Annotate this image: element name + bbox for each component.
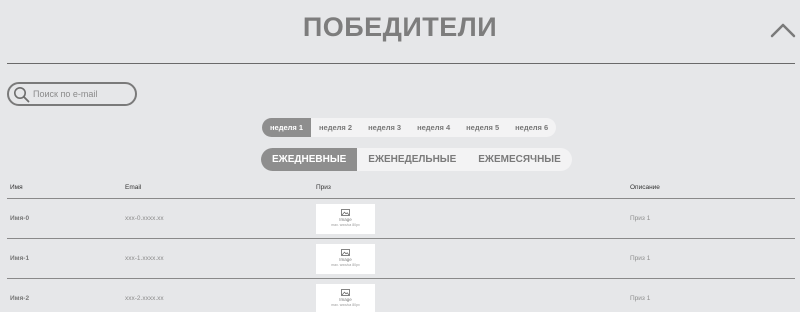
prize-image: Image max. wwx/ca 80px xyxy=(316,244,375,274)
tab-daily[interactable]: ЕЖЕДНЕВНЫЕ xyxy=(261,148,358,171)
tab-weekly[interactable]: ЕЖЕНЕДЕЛЬНЫЕ xyxy=(357,148,467,171)
winner-name: Имя-0 xyxy=(10,215,30,222)
prize-image: Image max. wwx/ca 80px xyxy=(316,204,375,234)
period-tabs: ЕЖЕДНЕВНЫЕ ЕЖЕНЕДЕЛЬНЫЕ ЕЖЕМЕСЯЧНЫЕ xyxy=(261,148,572,171)
column-header-description: Описание xyxy=(630,184,660,191)
tab-week-2[interactable]: неделя 2 xyxy=(311,118,360,137)
winner-email: xxx-0.xxxx.xx xyxy=(125,215,164,222)
prize-description: Приз 1 xyxy=(630,255,651,262)
prize-description: Приз 1 xyxy=(630,295,651,302)
column-header-name: Имя xyxy=(10,184,23,191)
chevron-up-icon[interactable] xyxy=(770,22,796,38)
winner-name: Имя-1 xyxy=(10,255,30,262)
title-divider xyxy=(7,63,795,64)
winner-email: xxx-1.xxxx.xx xyxy=(125,255,164,262)
search-input[interactable] xyxy=(33,85,131,103)
search-box[interactable] xyxy=(7,82,137,106)
table-row: Имя-0 xxx-0.xxxx.xx Image max. wwx/ca 80… xyxy=(7,199,795,239)
winner-email: xxx-2.xxxx.xx xyxy=(125,295,164,302)
table-row: Имя-2 xxx-2.xxxx.xx Image max. wwx/ca 80… xyxy=(7,279,795,312)
winner-name: Имя-2 xyxy=(10,295,30,302)
table-row: Имя-1 xxx-1.xxxx.xx Image max. wwx/ca 80… xyxy=(7,239,795,279)
tab-week-3[interactable]: неделя 3 xyxy=(360,118,409,137)
tab-week-5[interactable]: неделя 5 xyxy=(458,118,507,137)
image-icon xyxy=(341,249,350,256)
page-title: ПОБЕДИТЕЛИ xyxy=(302,12,498,42)
winners-table: Имя Email Приз Описание Имя-0 xxx-0.xxxx… xyxy=(7,180,795,312)
image-placeholder-size: max. wwx/ca 80px xyxy=(331,303,360,307)
image-icon xyxy=(341,289,350,296)
tab-week-1[interactable]: неделя 1 xyxy=(262,118,312,137)
week-tabs: неделя 1 неделя 2 неделя 3 неделя 4 неде… xyxy=(262,118,557,137)
column-header-prize: Приз xyxy=(316,184,331,191)
image-placeholder-size: max. wwx/ca 80px xyxy=(331,263,360,267)
prize-description: Приз 1 xyxy=(630,215,651,222)
tab-week-6[interactable]: неделя 6 xyxy=(507,118,556,137)
prize-image: Image max. wwx/ca 80px xyxy=(316,284,375,312)
image-placeholder-size: max. wwx/ca 80px xyxy=(331,223,360,227)
tab-week-4[interactable]: неделя 4 xyxy=(409,118,458,137)
tab-monthly[interactable]: ЕЖЕМЕСЯЧНЫЕ xyxy=(467,148,572,171)
image-icon xyxy=(341,209,350,216)
column-header-email: Email xyxy=(125,184,142,191)
search-icon xyxy=(14,87,30,103)
table-header: Имя Email Приз Описание xyxy=(7,180,795,199)
